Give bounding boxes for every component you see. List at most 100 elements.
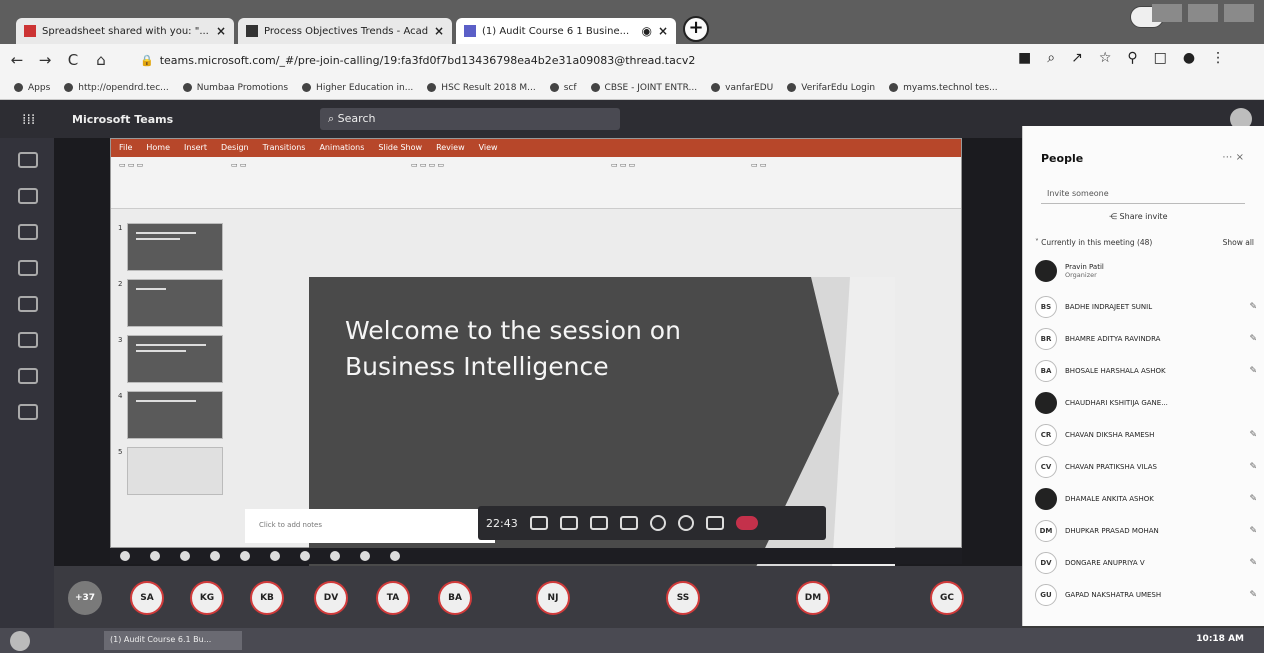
assignments-icon[interactable]	[18, 260, 38, 276]
app-launcher-icon[interactable]: ⁞⁞⁞	[22, 112, 35, 128]
tab-title: (1) Audit Course 6 1 Busine...	[482, 25, 630, 37]
close-icon[interactable]: ×	[1236, 152, 1244, 163]
back-icon[interactable]: ←	[6, 51, 28, 69]
address-bar-row: ← → C ⌂ 🔒 teams.microsoft.com/_#/pre-joi…	[0, 44, 1264, 76]
participant-name: DHAMALE ANKITA ASHOK	[1065, 495, 1154, 503]
participant-avatar[interactable]: BA	[438, 581, 472, 615]
bookmark-item[interactable]: Higher Education in...	[302, 83, 413, 93]
share-screen-icon[interactable]	[589, 516, 608, 530]
reload-icon[interactable]: C	[62, 51, 84, 69]
participant-row[interactable]: DV DONGARE ANUPRIYA V ✎	[1035, 552, 1257, 574]
invite-input[interactable]: Invite someone	[1041, 184, 1245, 204]
taskbar-app-icon	[360, 551, 370, 561]
cast-icon[interactable]: □	[1154, 50, 1167, 66]
taskbar-app[interactable]: (1) Audit Course 6.1 Bu...	[104, 631, 242, 650]
participant-row[interactable]: CR CHAVAN DIKSHA RAMESH ✎	[1035, 424, 1257, 446]
bookmark-apps[interactable]: Apps	[14, 83, 50, 93]
search-input[interactable]: ⌕ Search	[320, 108, 620, 130]
maximize-button[interactable]	[1188, 4, 1218, 22]
share-icon[interactable]: ↗	[1071, 50, 1083, 66]
slide-thumbnail[interactable]: 2	[118, 279, 223, 327]
bookmark-item[interactable]: http://opendrd.tec...	[64, 83, 169, 93]
bookmark-item[interactable]: myams.technol tes...	[889, 83, 998, 93]
participant-avatar[interactable]: GC	[930, 581, 964, 615]
participant-row[interactable]: CHAUDHARI KSHITIJA GANE...	[1035, 392, 1257, 414]
star-icon[interactable]: ☆	[1099, 50, 1112, 66]
slide-thumbnail[interactable]: 3	[118, 335, 223, 383]
calendar-icon[interactable]	[18, 296, 38, 312]
participant-row[interactable]: Pravin Patil Organizer	[1035, 260, 1257, 282]
participant-avatar[interactable]: SA	[130, 581, 164, 615]
participant-row[interactable]: BA BHOSALE HARSHALA ASHOK ✎	[1035, 360, 1257, 382]
notes-pane[interactable]: Click to add notes	[245, 509, 495, 543]
new-tab-button[interactable]: +	[683, 16, 709, 42]
slide-thumbnail[interactable]: 5	[118, 447, 223, 495]
participant-avatar[interactable]: DV	[314, 581, 348, 615]
slide-thumbnail[interactable]: 1	[118, 223, 223, 271]
raise-hand-icon[interactable]	[649, 515, 666, 531]
avatar: BS	[1035, 296, 1057, 318]
participant-avatar[interactable]: KG	[190, 581, 224, 615]
participant-avatar[interactable]: NJ	[536, 581, 570, 615]
bookmark-item[interactable]: CBSE - JOINT ENTR...	[590, 83, 697, 93]
slide-thumbnail[interactable]: 4	[118, 391, 223, 439]
doc-icon	[246, 25, 258, 37]
chat-icon[interactable]	[677, 515, 694, 531]
participant-row[interactable]: CV CHAVAN PRATIKSHA VILAS ✎	[1035, 456, 1257, 478]
slide-title: Welcome to the session on Business Intel…	[345, 313, 681, 385]
participant-avatar[interactable]: KB	[250, 581, 284, 615]
menu-icon[interactable]: ⋮	[1211, 50, 1225, 66]
participant-row[interactable]: DHAMALE ANKITA ASHOK ✎	[1035, 488, 1257, 510]
participant-avatar[interactable]: SS	[666, 581, 700, 615]
avatar: GU	[1035, 584, 1057, 606]
camera-icon[interactable]	[529, 516, 548, 530]
check-icon	[711, 83, 721, 92]
files-icon[interactable]	[18, 368, 38, 384]
forward-icon[interactable]: →	[34, 51, 56, 69]
bookmark-item[interactable]: vanfarEDU	[711, 83, 773, 93]
ppt-tab: Home	[146, 143, 171, 152]
microphone-icon[interactable]	[559, 516, 578, 530]
audio-icon: ◉	[641, 24, 652, 38]
close-icon[interactable]: ×	[434, 24, 444, 38]
activity-icon[interactable]	[18, 152, 38, 168]
hang-up-button[interactable]	[735, 516, 758, 530]
start-button[interactable]	[10, 631, 30, 651]
teams-nav-icon[interactable]	[18, 224, 38, 240]
chat-icon[interactable]	[18, 188, 38, 204]
participant-row[interactable]: BR BHAMRE ADITYA RAVINDRA ✎	[1035, 328, 1257, 350]
calls-icon[interactable]	[18, 332, 38, 348]
bookmark-item[interactable]: scf	[549, 83, 577, 93]
bookmark-item[interactable]: Numbaa Promotions	[182, 83, 288, 93]
url-field[interactable]: 🔒 teams.microsoft.com/_#/pre-join-callin…	[140, 48, 1000, 72]
more-options-icon[interactable]	[619, 516, 638, 530]
more-participants[interactable]: +37	[68, 581, 102, 615]
zoom-icon[interactable]: ⌕	[1047, 50, 1055, 66]
mic-muted-icon: ✎	[1249, 558, 1257, 568]
app-rail	[0, 138, 54, 628]
close-window-button[interactable]	[1224, 4, 1254, 22]
browser-tab[interactable]: Spreadsheet shared with you: "... ×	[16, 18, 234, 44]
bookmark-item[interactable]: HSC Result 2018 M...	[427, 83, 536, 93]
browser-tab-active[interactable]: (1) Audit Course 6 1 Busine... ◉ ×	[456, 18, 676, 44]
browser-tab[interactable]: Process Objectives Trends - Acad... ×	[238, 18, 452, 44]
account-icon[interactable]: ●	[1183, 50, 1195, 66]
popout-icon[interactable]: ⋯	[1222, 152, 1232, 163]
participant-avatar[interactable]: DM	[796, 581, 830, 615]
camera-icon[interactable]: ■	[1018, 50, 1031, 66]
close-icon[interactable]: ×	[658, 24, 668, 38]
participant-row[interactable]: DM DHUPKAR PRASAD MOHAN ✎	[1035, 520, 1257, 542]
show-all-link[interactable]: Show all	[1223, 238, 1254, 247]
participant-avatar[interactable]: TA	[376, 581, 410, 615]
home-icon[interactable]: ⌂	[90, 51, 112, 69]
current-participants-label[interactable]: ˅ Currently in this meeting (48)	[1035, 238, 1152, 247]
share-invite-button[interactable]: ⋲ Share invite	[1109, 212, 1167, 221]
participant-row[interactable]: GU GAPAD NAKSHATRA UMESH ✎	[1035, 584, 1257, 606]
more-apps-icon[interactable]	[18, 404, 38, 420]
participants-icon[interactable]	[705, 516, 724, 530]
close-icon[interactable]: ×	[216, 24, 226, 38]
participant-row[interactable]: BS BADHE INDRAJEET SUNIL ✎	[1035, 296, 1257, 318]
bookmark-item[interactable]: VerifarEdu Login	[787, 83, 875, 93]
extension-icon[interactable]: ⚲	[1127, 50, 1137, 66]
minimize-button[interactable]	[1152, 4, 1182, 22]
